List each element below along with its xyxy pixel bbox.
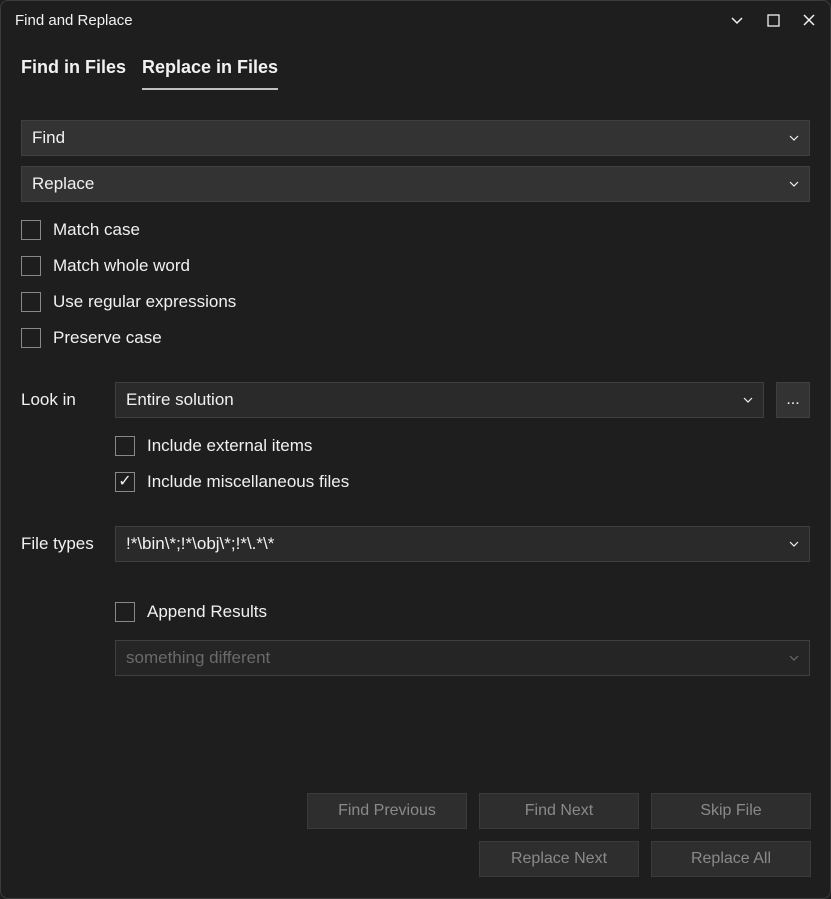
file-types-label: File types xyxy=(21,534,101,554)
window-title: Find and Replace xyxy=(15,12,133,29)
look-in-value: Entire solution xyxy=(126,390,234,410)
option-append-results[interactable]: Append Results xyxy=(115,602,810,622)
look-in-row: Look in Entire solution ... xyxy=(21,382,810,418)
maximize-icon[interactable] xyxy=(764,11,782,29)
checkbox-icon[interactable] xyxy=(115,602,135,622)
option-match-case[interactable]: Match case xyxy=(21,220,810,240)
tab-find-in-files[interactable]: Find in Files xyxy=(21,57,126,90)
results-destination-value: something different xyxy=(126,648,270,668)
find-next-button[interactable]: Find Next xyxy=(479,793,639,829)
checkbox-icon[interactable] xyxy=(115,472,135,492)
minimize-icon[interactable] xyxy=(728,11,746,29)
find-placeholder: Find xyxy=(32,128,65,148)
titlebar: Find and Replace xyxy=(1,1,830,39)
replace-next-button[interactable]: Replace Next xyxy=(479,841,639,877)
dropdown-icon[interactable] xyxy=(789,181,799,187)
option-label: Preserve case xyxy=(53,328,162,348)
replace-placeholder: Replace xyxy=(32,174,94,194)
replace-input[interactable]: Replace xyxy=(21,166,810,202)
close-icon[interactable] xyxy=(800,11,818,29)
skip-file-button[interactable]: Skip File xyxy=(651,793,811,829)
checkbox-icon[interactable] xyxy=(21,292,41,312)
search-options: Match case Match whole word Use regular … xyxy=(21,220,810,348)
checkbox-icon[interactable] xyxy=(21,220,41,240)
content-area: Find Replace Match case Match whole word… xyxy=(1,90,830,696)
option-label: Match whole word xyxy=(53,256,190,276)
tab-replace-in-files[interactable]: Replace in Files xyxy=(142,57,278,90)
replace-all-button[interactable]: Replace All xyxy=(651,841,811,877)
browse-button[interactable]: ... xyxy=(776,382,810,418)
option-label: Include external items xyxy=(147,436,312,456)
option-label: Use regular expressions xyxy=(53,292,236,312)
look-in-select[interactable]: Entire solution xyxy=(115,382,764,418)
tab-bar: Find in Files Replace in Files xyxy=(1,39,830,90)
option-include-external[interactable]: Include external items xyxy=(115,436,810,456)
file-types-input[interactable]: !*\bin\*;!*\obj\*;!*\.*\* xyxy=(115,526,810,562)
option-use-regex[interactable]: Use regular expressions xyxy=(21,292,810,312)
dropdown-icon[interactable] xyxy=(789,135,799,141)
option-label: Append Results xyxy=(147,602,267,622)
option-match-whole-word[interactable]: Match whole word xyxy=(21,256,810,276)
checkbox-icon[interactable] xyxy=(21,328,41,348)
action-buttons: Find Previous Find Next Skip File Replac… xyxy=(307,793,811,877)
option-label: Include miscellaneous files xyxy=(147,472,349,492)
look-in-label: Look in xyxy=(21,390,101,410)
file-types-value: !*\bin\*;!*\obj\*;!*\.*\* xyxy=(126,534,274,554)
window-controls xyxy=(728,11,818,29)
checkbox-icon[interactable] xyxy=(21,256,41,276)
dropdown-icon[interactable] xyxy=(789,541,799,547)
dropdown-icon xyxy=(789,655,799,661)
dropdown-icon[interactable] xyxy=(743,397,753,403)
file-types-row: File types !*\bin\*;!*\obj\*;!*\.*\* xyxy=(21,526,810,562)
find-previous-button[interactable]: Find Previous xyxy=(307,793,467,829)
option-include-misc[interactable]: Include miscellaneous files xyxy=(115,472,810,492)
look-in-options: Include external items Include miscellan… xyxy=(115,436,810,492)
option-preserve-case[interactable]: Preserve case xyxy=(21,328,810,348)
option-label: Match case xyxy=(53,220,140,240)
checkbox-icon[interactable] xyxy=(115,436,135,456)
results-destination-select: something different xyxy=(115,640,810,676)
find-input[interactable]: Find xyxy=(21,120,810,156)
